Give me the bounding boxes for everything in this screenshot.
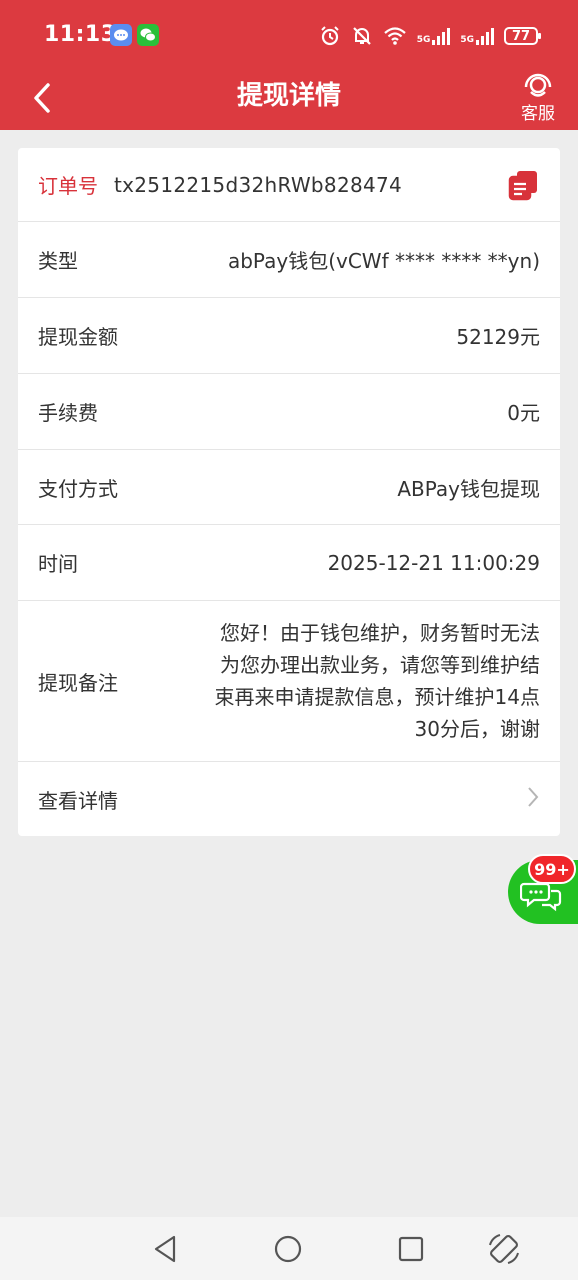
detail-row-payment-method: 支付方式 ABPay钱包提现 [18, 450, 560, 525]
order-number: tx2512215d32hRWb828474 [114, 172, 403, 197]
header: 提现详情 客服 [0, 68, 578, 130]
signal-2-icon: 5G [460, 27, 494, 45]
mute-bell-icon [352, 27, 371, 45]
battery-level: 77 [511, 28, 531, 44]
unread-badge: 99+ [528, 854, 576, 884]
detail-value: ABPay钱包提现 [397, 476, 540, 501]
detail-label: 提现金额 [38, 325, 118, 349]
detail-value: 52129元 [456, 325, 540, 349]
view-details-row[interactable]: 查看详情 [18, 762, 560, 836]
square-recents-icon[interactable] [393, 1231, 429, 1267]
order-row: 订单号 tx2512215d32hRWb828474 [18, 148, 560, 222]
detail-row-time: 时间 2025-12-21 11:00:29 [18, 525, 560, 601]
detail-value: abPay钱包(vCWf **** **** **yn) [227, 249, 540, 273]
system-nav-bar [0, 1217, 578, 1280]
withdraw-detail-card: 订单号 tx2512215d32hRWb828474 类型 abPay钱包(vC… [18, 148, 560, 836]
headset-icon [524, 73, 552, 97]
network-type-2: 5G [460, 35, 474, 45]
detail-value: 0元 [507, 401, 540, 425]
rotate-icon[interactable] [486, 1231, 522, 1267]
status-icons: 5G 5G 77 [319, 22, 541, 50]
triangle-back-icon[interactable] [148, 1231, 184, 1267]
chevron-right-icon [526, 786, 540, 812]
status-bar: 11:13 5G 5G 77 [0, 0, 578, 68]
detail-value: 2025-12-21 11:00:29 [327, 550, 540, 575]
remark-line: 为您办理出款业务，请您等到维护结 [220, 653, 540, 677]
status-time: 11:13 [44, 22, 117, 47]
remark-line: 您好！由于钱包维护，财务暂时无法 [220, 621, 540, 645]
detail-row-remark: 提现备注 您好！由于钱包维护，财务暂时无法 为您办理出款业务，请您等到维护结 束… [18, 601, 560, 762]
page-title: 提现详情 [236, 81, 341, 111]
battery-icon: 77 [504, 27, 541, 45]
signal-1-icon: 5G [417, 27, 451, 45]
service-label: 客服 [521, 104, 555, 124]
order-label: 订单号 [38, 174, 98, 198]
detail-label: 时间 [38, 552, 78, 576]
wifi-icon [383, 27, 406, 45]
remark-line: 30分后，谢谢 [414, 717, 540, 741]
alarm-icon [320, 26, 339, 46]
remark-text: 您好！由于钱包维护，财务暂时无法 为您办理出款业务，请您等到维护结 束再来申请提… [160, 617, 540, 745]
view-details-label: 查看详情 [38, 788, 118, 813]
customer-service-button[interactable]: 客服 [516, 70, 560, 124]
copy-icon[interactable] [508, 169, 540, 201]
detail-row-amount: 提现金额 52129元 [18, 298, 560, 374]
detail-label: 手续费 [38, 401, 98, 425]
detail-label: 支付方式 [38, 476, 118, 501]
remark-label: 提现备注 [38, 670, 118, 695]
wechat-icon [137, 24, 159, 46]
circle-home-icon[interactable] [270, 1231, 306, 1267]
message-app-icon [110, 24, 132, 46]
detail-label: 类型 [38, 249, 78, 273]
remark-line: 束再来申请提款信息，预计维护14点 [214, 685, 540, 709]
detail-row-type: 类型 abPay钱包(vCWf **** **** **yn) [18, 222, 560, 298]
detail-row-fee: 手续费 0元 [18, 374, 560, 450]
network-type-1: 5G [416, 35, 431, 45]
